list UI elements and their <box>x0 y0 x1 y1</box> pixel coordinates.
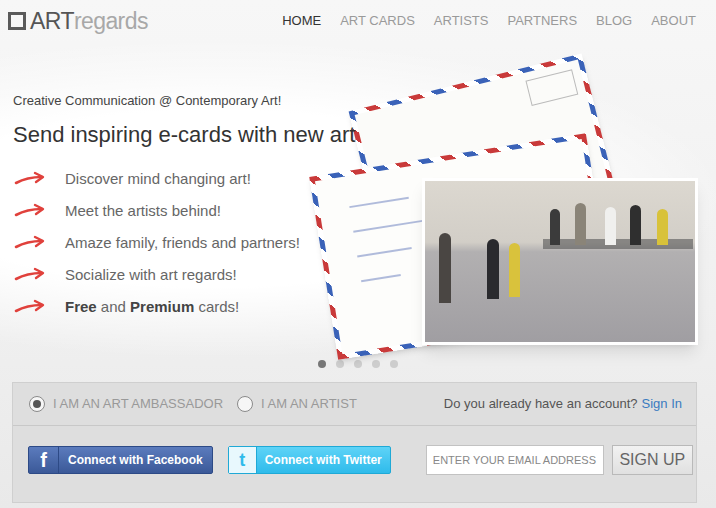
feature-list: Discover mind changing art! Meet the arti… <box>13 163 400 323</box>
sign-in-link[interactable]: Sign In <box>642 394 682 414</box>
role-label: I AM AN ARTIST <box>261 394 357 414</box>
carousel-dot[interactable] <box>372 360 380 368</box>
twitter-icon: t <box>229 447 257 473</box>
radio-dot <box>33 400 41 408</box>
nav-link[interactable]: ART CARDS <box>340 11 415 31</box>
back-envelope <box>349 53 622 271</box>
figure <box>487 239 499 299</box>
feature-text: Free and Premium cards! <box>65 296 239 319</box>
account-prompt: Do you already have an account?Sign In <box>444 394 682 414</box>
feature-text-part: Meet the artists behind! <box>65 202 221 219</box>
carousel-dot[interactable] <box>336 360 344 368</box>
envelope-paper <box>315 139 609 354</box>
handwriting-line <box>349 197 409 208</box>
feature-text: Meet the artists behind! <box>65 200 221 223</box>
figure <box>657 209 668 245</box>
main-nav: HOME ART CARDS ARTISTS PARTNERS BLOG ABOUT <box>282 11 696 31</box>
hero-text: Creative Communication @ Contemporary Ar… <box>0 42 400 323</box>
red-arrow-icon <box>13 171 47 187</box>
role-option[interactable]: I AM AN ART AMBASSADOR <box>29 394 237 414</box>
role-label: I AM AN ART AMBASSADOR <box>53 394 223 414</box>
twitter-button[interactable]: tConnect with Twitter <box>228 446 391 474</box>
email-field[interactable] <box>426 445 604 475</box>
feature-text-part: Free <box>65 298 97 315</box>
radio-button[interactable] <box>29 396 45 412</box>
envelope-paper <box>355 59 616 265</box>
feature-text-part: Socialize with art regards! <box>65 266 237 283</box>
logo[interactable]: ARTregards <box>8 10 148 33</box>
red-arrow-icon <box>13 203 47 219</box>
logo-square-icon <box>8 12 26 30</box>
hero: Creative Communication @ Contemporary Ar… <box>0 42 716 355</box>
nav-link[interactable]: PARTNERS <box>507 11 577 31</box>
carousel-dot[interactable] <box>318 360 326 368</box>
red-arrow-icon <box>13 267 47 283</box>
feature-text-part: and <box>97 298 130 315</box>
handwriting-line <box>357 247 412 258</box>
carousel-dots <box>0 355 716 373</box>
signup-actions: fConnect with Facebook tConnect with Twit… <box>13 426 696 475</box>
carousel-dot[interactable] <box>390 360 398 368</box>
feature-text: Amaze family, friends and partners! <box>65 232 300 255</box>
figure <box>630 205 641 245</box>
headline: Send inspiring e-cards with new art <box>13 120 400 150</box>
artwork-photo <box>422 178 698 345</box>
handwriting-line <box>353 220 422 233</box>
bench <box>543 239 693 249</box>
feature-text: Discover mind changing art! <box>65 168 251 191</box>
tagline: Creative Communication @ Contemporary Ar… <box>13 92 400 110</box>
role-options: I AM AN ART AMBASSADOR I AM AN ARTIST <box>29 394 357 414</box>
red-arrow-icon <box>13 235 47 251</box>
nav-link[interactable]: ABOUT <box>651 11 696 31</box>
feature-text-part: Premium <box>130 298 194 315</box>
carousel-dot[interactable] <box>354 360 362 368</box>
feature-item: Discover mind changing art! <box>13 163 400 195</box>
handwriting-line <box>361 274 401 282</box>
feature-text-part: cards! <box>194 298 239 315</box>
feature-text-part: Amaze family, friends and partners! <box>65 234 300 251</box>
account-question: Do you already have an account? <box>444 394 638 414</box>
figure <box>605 207 616 245</box>
feature-text: Socialize with art regards! <box>65 264 237 287</box>
figure <box>575 203 586 245</box>
signup-top-row: I AM AN ART AMBASSADOR I AM AN ARTIST Do … <box>13 383 696 426</box>
twitter-label: Connect with Twitter <box>257 451 390 469</box>
nav-link[interactable]: HOME <box>282 11 321 31</box>
figure <box>550 209 560 245</box>
figure <box>509 243 520 297</box>
stamp-box <box>525 69 578 106</box>
nav-link[interactable]: BLOG <box>596 11 632 31</box>
header: ARTregards HOME ART CARDS ARTISTS PARTNERS B… <box>0 0 716 42</box>
feature-item: Meet the artists behind! <box>13 195 400 227</box>
red-arrow-icon <box>13 299 47 315</box>
feature-item: Socialize with art regards! <box>13 259 400 291</box>
signup-panel: I AM AN ART AMBASSADOR I AM AN ARTIST Do … <box>12 382 697 503</box>
logo-text: ART <box>30 10 74 33</box>
figure <box>439 233 451 303</box>
signup-button[interactable]: SIGN UP <box>612 445 693 475</box>
nav-link[interactable]: ARTISTS <box>434 11 489 31</box>
role-option[interactable]: I AM AN ARTIST <box>237 394 357 414</box>
facebook-button[interactable]: fConnect with Facebook <box>28 446 213 474</box>
front-envelope <box>309 133 614 360</box>
feature-item: Amaze family, friends and partners! <box>13 227 400 259</box>
facebook-icon: f <box>29 447 59 473</box>
facebook-label: Connect with Facebook <box>59 451 212 469</box>
radio-button[interactable] <box>237 396 253 412</box>
feature-text-part: Discover mind changing art! <box>65 170 251 187</box>
logo-text: regards <box>74 10 148 33</box>
feature-item: Free and Premium cards! <box>13 291 400 323</box>
